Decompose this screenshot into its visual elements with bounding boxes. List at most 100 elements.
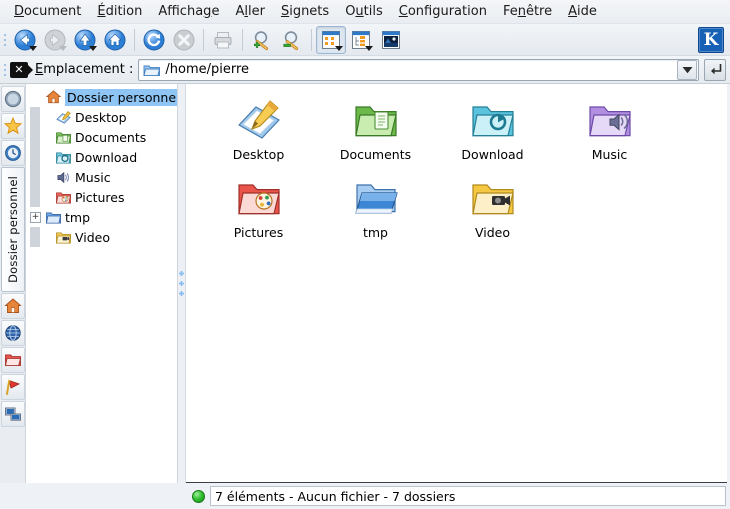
tree-view-button[interactable] (346, 26, 376, 54)
strip-button-network[interactable] (1, 320, 25, 346)
clear-location-icon[interactable]: ✕ (10, 62, 28, 78)
menu-signets[interactable]: Signets (273, 1, 337, 23)
panel-splitter[interactable] (178, 84, 186, 483)
tree-item-documents[interactable]: Documents (26, 127, 177, 147)
file-icon-grid: Desktop Documents (186, 84, 727, 248)
tree-item-music[interactable]: Music (26, 167, 177, 187)
menu-bar: DDocumentocument Édition Affichage Aller… (0, 0, 730, 24)
tree-guide (30, 147, 40, 167)
file-item-video[interactable]: Video (434, 170, 551, 248)
red-pictures-folder-icon (234, 174, 284, 222)
back-button[interactable] (10, 26, 40, 54)
location-toolbar-drag-handle[interactable] (0, 58, 10, 82)
menu-affichage[interactable]: Affichage (150, 1, 227, 23)
red-flag-icon (4, 378, 22, 396)
location-dropdown-button[interactable] (677, 60, 697, 80)
toolbar-drag-handle[interactable] (0, 28, 10, 52)
zoom-in-button[interactable] (247, 26, 277, 54)
tree-item-label: Download (75, 150, 137, 165)
home-circle-icon (104, 29, 126, 51)
menu-outils[interactable]: Outils (337, 1, 391, 23)
tree-item-video[interactable]: Video (26, 227, 177, 247)
printer-icon (212, 29, 234, 51)
file-item-documents[interactable]: Documents (317, 92, 434, 170)
back-dropdown-arrow[interactable] (29, 46, 37, 51)
home-house-icon (4, 297, 22, 315)
file-item-music[interactable]: Music (551, 92, 668, 170)
menu-document[interactable]: DDocumentocument (6, 1, 89, 23)
file-item-label: Video (475, 225, 510, 240)
tree-guide (30, 227, 40, 247)
tree-guide (30, 127, 40, 147)
file-item-desktop[interactable]: Desktop (200, 92, 317, 170)
location-label: Emplacement : (35, 62, 133, 77)
strip-tab-home-folder[interactable]: Dossier personnel (1, 167, 25, 292)
tree-expander-plus-icon[interactable]: + (30, 212, 41, 223)
strip-button-devices[interactable] (1, 401, 25, 427)
icon-file-view[interactable]: Desktop Documents (186, 84, 727, 483)
print-button (208, 26, 238, 54)
strip-button-services[interactable] (1, 374, 25, 400)
cyan-download-folder-icon (468, 96, 518, 144)
tree-item-desktop[interactable]: Desktop (26, 107, 177, 127)
home-house-icon (44, 89, 62, 105)
menu-edition[interactable]: Édition (89, 1, 150, 23)
tree-item-dossier-personnel[interactable]: Dossier personnel (26, 87, 177, 107)
tree-item-label: Video (75, 230, 110, 245)
folder-tree-panel: Dossier personnel Desktop (26, 84, 178, 483)
menu-configuration[interactable]: Configuration (391, 1, 495, 23)
preview-button[interactable] (376, 26, 406, 54)
toolbar-separator-3 (242, 29, 243, 51)
yellow-video-folder-icon (468, 174, 518, 222)
file-item-label: Download (461, 147, 523, 162)
forward-button (40, 26, 70, 54)
status-message: 7 éléments - Aucun fichier - 7 dossiers (210, 486, 726, 506)
file-item-label: Desktop (233, 147, 285, 162)
icon-view-button[interactable] (316, 26, 346, 54)
tree-item-label: Music (75, 170, 111, 185)
strip-button-home[interactable] (1, 293, 25, 319)
toolbar-separator-4 (311, 29, 312, 51)
location-input[interactable]: /home/pierre (165, 62, 677, 77)
star-icon (4, 117, 22, 135)
menu-fenetre[interactable]: Fenêtre (495, 1, 560, 23)
tree-item-label: Pictures (75, 190, 125, 205)
go-button[interactable] (704, 59, 726, 81)
strip-button-history[interactable] (1, 140, 25, 166)
file-item-label: Documents (340, 147, 411, 162)
toolbar-separator-2 (203, 29, 204, 51)
up-button[interactable] (70, 26, 100, 54)
tree-item-download[interactable]: Download (26, 147, 177, 167)
blue-open-folder-icon (351, 174, 401, 222)
tree-item-label: Dossier personnel (65, 89, 178, 106)
file-item-pictures[interactable]: Pictures (200, 170, 317, 248)
tree-item-label: Documents (75, 130, 146, 145)
strip-button-bookmarks-toolbar[interactable] (1, 86, 25, 112)
magnifier-plus-icon (251, 29, 273, 51)
globe-icon (4, 324, 22, 342)
zoom-out-button[interactable] (277, 26, 307, 54)
icon-view-dropdown-arrow[interactable] (335, 46, 343, 51)
strip-button-root[interactable] (1, 347, 25, 373)
file-item-tmp[interactable]: tmp (317, 170, 434, 248)
home-button[interactable] (100, 26, 130, 54)
cyan-folder-icon (54, 149, 72, 165)
tree-item-label: tmp (65, 210, 90, 225)
menu-aller[interactable]: Aller (227, 1, 273, 23)
window-body: Dossier personnel (0, 84, 730, 483)
reload-button[interactable] (139, 26, 169, 54)
clock-icon (4, 144, 22, 162)
up-dropdown-arrow[interactable] (89, 46, 97, 51)
location-toolbar: ✕ Emplacement : /home/pierre (0, 56, 730, 84)
strip-button-bookmarks[interactable] (1, 113, 25, 139)
file-item-download[interactable]: Download (434, 92, 551, 170)
menu-aide[interactable]: Aide (560, 1, 605, 23)
tree-view-dropdown-arrow[interactable] (365, 46, 373, 51)
chevron-down-icon (682, 66, 693, 74)
yellow-camera-folder-icon (54, 229, 72, 245)
kde-logo[interactable]: K (698, 27, 724, 53)
location-combobox[interactable]: /home/pierre (138, 59, 699, 81)
tree-guide (30, 167, 40, 187)
tree-item-tmp[interactable]: + tmp (26, 207, 177, 227)
tree-item-pictures[interactable]: Pictures (26, 187, 177, 207)
